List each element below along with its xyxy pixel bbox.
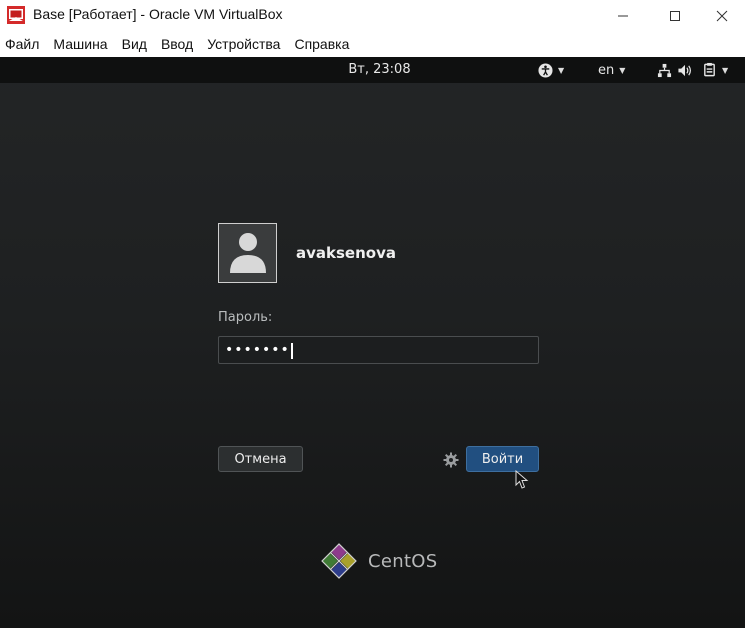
- mouse-pointer-icon: [515, 470, 529, 489]
- menu-machine[interactable]: Машина: [47, 36, 115, 52]
- password-input[interactable]: •••••••: [218, 336, 539, 364]
- close-icon: [716, 10, 728, 21]
- virtualbox-app-icon: [7, 6, 25, 24]
- gnome-top-bar: Вт, 23:08 ▼ en ▼ ▼: [0, 57, 745, 83]
- language-menu[interactable]: en ▼: [598, 61, 625, 79]
- maximize-icon: [670, 10, 680, 21]
- window-titlebar[interactable]: Base [Работает] - Oracle VM VirtualBox: [0, 0, 745, 31]
- close-button[interactable]: [699, 0, 745, 31]
- volume-icon: [678, 64, 691, 76]
- menu-bar: Файл Машина Вид Ввод Устройства Справка: [0, 31, 745, 56]
- language-label: en: [598, 62, 615, 78]
- chevron-down-icon: ▼: [619, 65, 626, 75]
- vm-screen[interactable]: Вт, 23:08 ▼ en ▼ ▼ avaksenova Пароль: ••…: [0, 57, 745, 628]
- cancel-button[interactable]: Отмена: [218, 446, 303, 472]
- network-icon: [657, 63, 672, 77]
- menu-help[interactable]: Справка: [288, 36, 357, 52]
- chevron-down-icon: ▼: [722, 65, 729, 75]
- centos-logo-icon: [321, 543, 357, 579]
- window-title: Base [Работает] - Oracle VM VirtualBox: [33, 6, 283, 22]
- minimize-icon: [618, 15, 628, 16]
- password-label: Пароль:: [218, 310, 273, 325]
- menu-file[interactable]: Файл: [0, 36, 47, 52]
- clock[interactable]: Вт, 23:08: [0, 62, 745, 77]
- chevron-down-icon: ▼: [558, 65, 565, 75]
- text-cursor: [290, 343, 293, 359]
- menu-view[interactable]: Вид: [116, 36, 155, 52]
- clock-text: Вт, 23:08: [348, 62, 411, 77]
- login-button[interactable]: Войти: [466, 446, 539, 472]
- centos-wordmark: CentOS: [368, 550, 438, 572]
- accessibility-menu[interactable]: ▼: [538, 61, 564, 79]
- accessibility-icon: [538, 62, 553, 78]
- minimize-button[interactable]: [600, 0, 646, 31]
- power-icon: [704, 62, 715, 77]
- system-menu[interactable]: ▼: [657, 61, 728, 79]
- menu-input[interactable]: Ввод: [155, 36, 201, 52]
- gear-icon[interactable]: [443, 452, 459, 468]
- password-mask: •••••••: [225, 342, 290, 358]
- username-label: avaksenova: [296, 244, 396, 262]
- centos-logo: CentOS: [319, 541, 438, 581]
- user-icon: [230, 233, 266, 273]
- user-avatar: [218, 223, 277, 283]
- maximize-button[interactable]: [652, 0, 698, 31]
- menu-devices[interactable]: Устройства: [201, 36, 288, 52]
